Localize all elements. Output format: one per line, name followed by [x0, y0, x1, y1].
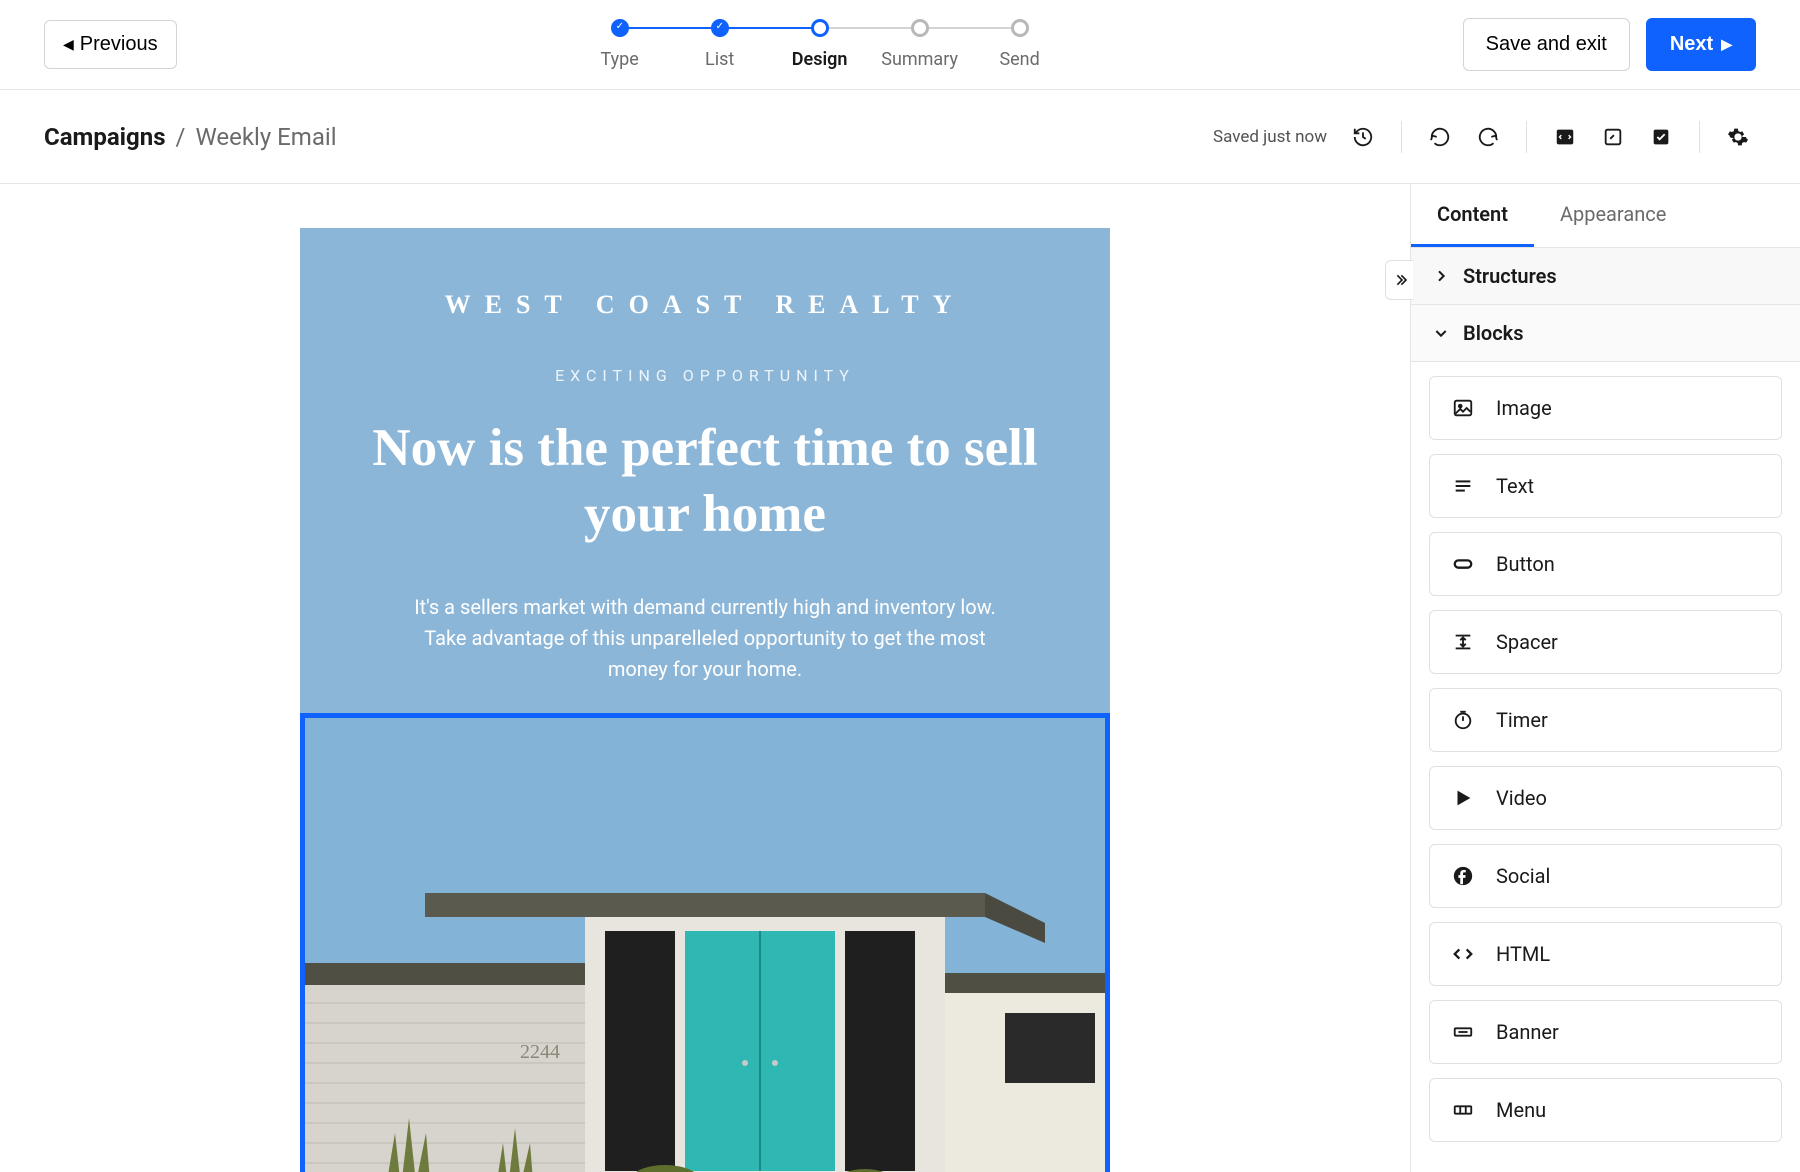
image-icon	[1450, 395, 1476, 421]
step-indicator-done	[611, 19, 629, 37]
banner-icon	[1450, 1019, 1476, 1045]
block-social[interactable]: Social	[1429, 844, 1782, 908]
email-preview: WEST COAST REALTY EXCITING OPPORTUNITY N…	[300, 228, 1110, 1172]
selected-block-image[interactable]: 2244	[300, 713, 1110, 1172]
block-toolbar	[1105, 736, 1110, 784]
breadcrumb: Campaigns / Weekly Email	[44, 123, 337, 151]
spacer-icon	[1450, 629, 1476, 655]
chevron-down-icon	[1433, 325, 1449, 341]
block-banner[interactable]: Banner	[1429, 1000, 1782, 1064]
block-button[interactable]: Button	[1429, 532, 1782, 596]
redo-icon[interactable]	[1470, 119, 1506, 155]
top-bar: ◀ Previous Type List Design Summary Send	[0, 0, 1800, 90]
save-and-exit-button[interactable]: Save and exit	[1463, 18, 1630, 71]
breadcrumb-bar: Campaigns / Weekly Email Saved just now	[0, 90, 1800, 184]
canvas-area[interactable]: WEST COAST REALTY EXCITING OPPORTUNITY N…	[0, 184, 1410, 1172]
video-icon	[1450, 785, 1476, 811]
chevron-left-icon: ◀	[63, 36, 74, 53]
undo-icon[interactable]	[1422, 119, 1458, 155]
preview-icon[interactable]	[1595, 119, 1631, 155]
chevron-right-icon: ▶	[1721, 36, 1732, 53]
checklist-icon[interactable]	[1643, 119, 1679, 155]
block-image[interactable]: Image	[1429, 376, 1782, 440]
block-timer[interactable]: Timer	[1429, 688, 1782, 752]
email-body[interactable]: It's a sellers market with demand curren…	[395, 592, 1015, 685]
chevron-right-icon	[1433, 268, 1449, 284]
block-html[interactable]: HTML	[1429, 922, 1782, 986]
step-indicator-future	[1011, 19, 1029, 37]
block-menu[interactable]: Menu	[1429, 1078, 1782, 1142]
step-type[interactable]: Type	[570, 19, 670, 70]
breadcrumb-current: Weekly Email	[195, 123, 336, 151]
progress-stepper: Type List Design Summary Send	[177, 19, 1463, 70]
code-editor-icon[interactable]	[1547, 119, 1583, 155]
history-icon[interactable]	[1345, 119, 1381, 155]
timer-icon	[1450, 707, 1476, 733]
previous-button[interactable]: ◀ Previous	[44, 20, 177, 69]
svg-text:2244: 2244	[520, 1041, 560, 1063]
accordion-blocks[interactable]: Blocks	[1411, 305, 1800, 362]
previous-label: Previous	[80, 33, 158, 56]
collapse-sidebar-button[interactable]	[1385, 260, 1413, 300]
html-icon	[1450, 941, 1476, 967]
next-button[interactable]: Next ▶	[1646, 18, 1756, 71]
block-video[interactable]: Video	[1429, 766, 1782, 830]
button-icon	[1450, 551, 1476, 577]
email-brand[interactable]: WEST COAST REALTY	[360, 290, 1050, 320]
tab-content[interactable]: Content	[1411, 184, 1534, 247]
text-icon	[1450, 473, 1476, 499]
sidebar-tabs: Content Appearance	[1411, 184, 1800, 248]
house-image: 2244	[305, 718, 1105, 1172]
step-indicator-done	[711, 19, 729, 37]
breadcrumb-root[interactable]: Campaigns	[44, 123, 166, 151]
email-eyebrow[interactable]: EXCITING OPPORTUNITY	[360, 366, 1050, 385]
step-indicator-current	[811, 19, 829, 37]
blocks-list: Image Text Button Spacer Timer Video	[1411, 362, 1800, 1156]
gear-icon[interactable]	[1720, 119, 1756, 155]
social-icon	[1450, 863, 1476, 889]
tab-appearance[interactable]: Appearance	[1534, 184, 1692, 247]
block-spacer[interactable]: Spacer	[1429, 610, 1782, 674]
right-sidebar: Content Appearance Structures Blocks Ima…	[1410, 184, 1800, 1172]
accordion-structures[interactable]: Structures	[1411, 248, 1800, 305]
menu-icon	[1450, 1097, 1476, 1123]
email-headline[interactable]: Now is the perfect time to sell your hom…	[360, 415, 1050, 548]
saved-status: Saved just now	[1213, 127, 1327, 147]
block-text[interactable]: Text	[1429, 454, 1782, 518]
step-indicator-future	[911, 19, 929, 37]
